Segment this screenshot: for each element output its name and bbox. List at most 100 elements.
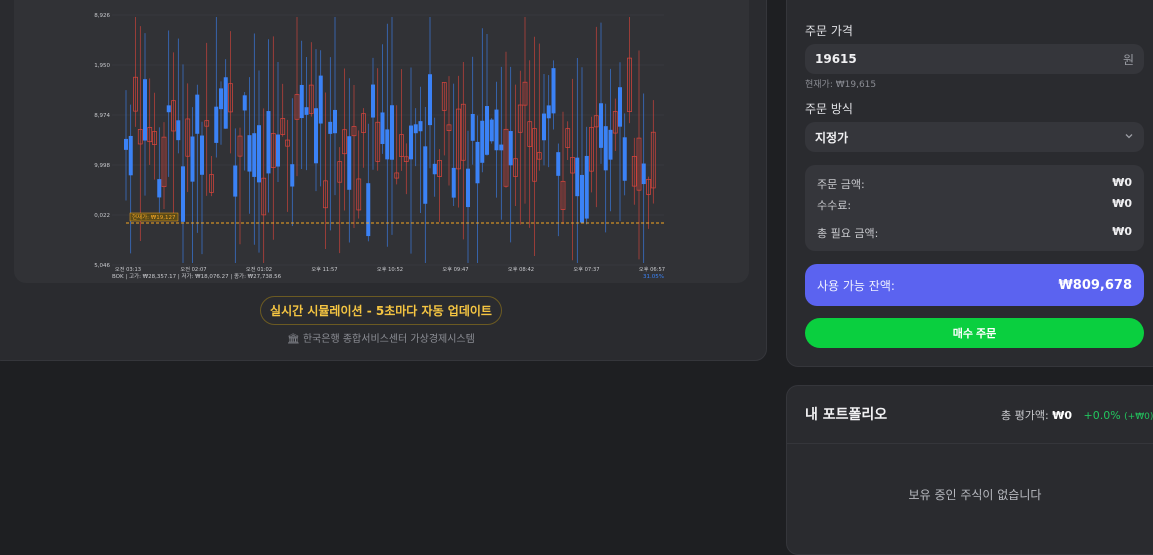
- candle-body: [423, 146, 428, 204]
- candle-body: [266, 111, 271, 174]
- candle-body: [390, 105, 394, 160]
- x-tick-label: 오전 01:02: [246, 266, 272, 273]
- candle-body: [299, 84, 304, 119]
- candle-body: [333, 109, 337, 134]
- candle-body: [622, 137, 627, 181]
- candle-body: [466, 168, 470, 208]
- candle-body: [508, 131, 513, 166]
- x-tick-label: 오후 08:42: [508, 266, 534, 273]
- candle-body: [599, 103, 603, 148]
- y-tick-label: 8,974: [94, 113, 110, 119]
- order-price-value[interactable]: 19615: [815, 52, 857, 66]
- x-tick-label: 오전 02:07: [180, 266, 206, 273]
- candle-body: [489, 119, 494, 142]
- candle-body: [257, 125, 261, 183]
- candle-body: [480, 120, 485, 163]
- candle-body: [546, 105, 551, 119]
- x-tick-label: 오전 03:13: [115, 266, 141, 273]
- candlestick-chart: 8,926 1,950 8,974 9,998 0,022 5,046 현재가: ₩19,1…: [14, 0, 749, 283]
- order-price-unit: 원: [1122, 52, 1134, 67]
- candle-body: [219, 88, 223, 110]
- candle-body: [485, 106, 489, 155]
- summary-row-fee: 수수료: ₩0: [817, 197, 1132, 213]
- portfolio-total-value: ₩0: [1052, 409, 1072, 422]
- summary-label: 수수료:: [817, 199, 852, 212]
- candle-body: [580, 174, 584, 223]
- chart-footer-stats: BOK | 고가: ₩28,357.17 | 저가: ₩18,076.27 | …: [112, 272, 282, 280]
- order-method-value: 지정가: [815, 130, 849, 145]
- candle-body: [380, 112, 385, 144]
- candle-body: [428, 74, 432, 126]
- candle-body: [542, 113, 546, 141]
- candle-body: [223, 77, 228, 129]
- summary-row-total: 총 필요 금액: ₩0: [817, 225, 1132, 241]
- candle-body: [124, 138, 128, 150]
- candle-body: [371, 84, 375, 118]
- candle-body: [470, 113, 475, 141]
- candle-body: [328, 121, 333, 134]
- candle-body: [128, 135, 133, 176]
- candle-body: [409, 125, 413, 160]
- bank-note-text: 한국은행 종합서비스센터 가상경제시스템: [302, 334, 475, 345]
- summary-label: 주문 금액:: [817, 178, 865, 191]
- candle-body: [347, 136, 352, 190]
- portfolio-total-label: 총 평가액:: [1001, 409, 1049, 422]
- candle-body: [618, 87, 622, 127]
- candle-body: [176, 120, 181, 141]
- candle-body: [451, 167, 456, 198]
- candle-body: [314, 108, 318, 164]
- chart-footer-pct: 31.05%: [643, 274, 664, 280]
- available-balance: 사용 가능 잔액: ₩809,678: [805, 264, 1144, 306]
- candle-body: [641, 163, 646, 185]
- candle-body: [418, 121, 423, 132]
- order-method-label: 주문 방식: [805, 102, 853, 116]
- candle-body: [475, 141, 480, 184]
- summary-row-amount: 주문 금액: ₩0: [817, 176, 1132, 192]
- candle-body: [385, 129, 390, 160]
- buy-order-button[interactable]: 매수 주문: [805, 318, 1144, 348]
- candle-body: [366, 183, 371, 237]
- chevron-down-icon: [1124, 130, 1134, 144]
- portfolio-change-pct: +0.0%: [1083, 409, 1121, 422]
- order-price-input[interactable]: 19615 원: [805, 44, 1144, 74]
- candle-body: [603, 126, 608, 171]
- summary-value: ₩0: [1112, 225, 1132, 238]
- candle-body: [200, 135, 204, 175]
- candle-body: [413, 124, 418, 134]
- portfolio-change-abs: (+₩0): [1124, 412, 1153, 422]
- candle-body: [166, 105, 171, 113]
- summary-label: 총 필요 금액:: [817, 227, 879, 240]
- candle-body: [494, 109, 499, 151]
- simulation-status-badge: 실시간 시뮬레이션 - 5초마다 자동 업데이트: [260, 296, 502, 325]
- candle-body: [499, 144, 504, 151]
- candle-body: [247, 135, 252, 172]
- y-tick-label: 8,926: [94, 13, 110, 19]
- y-tick-label: 9,998: [94, 163, 110, 169]
- candle-body: [276, 134, 280, 167]
- order-method-select[interactable]: 지정가: [805, 122, 1144, 152]
- portfolio-total: 총 평가액: ₩0 +0.0% (+₩0): [1001, 407, 1153, 423]
- x-tick-label: 오후 07:37: [573, 266, 599, 273]
- candle-body: [551, 68, 556, 114]
- candle-body: [190, 136, 195, 182]
- summary-value: ₩0: [1112, 197, 1132, 210]
- candle-body: [143, 79, 147, 141]
- order-price-label: 주문 가격: [805, 24, 853, 38]
- candle-body: [556, 152, 561, 176]
- candle-body: [195, 94, 200, 134]
- portfolio-divider: [787, 443, 1153, 444]
- x-tick-label: 오후 09:47: [442, 266, 468, 273]
- x-tick-label: 오후 06:57: [639, 266, 665, 273]
- y-tick-label: 0,022: [94, 213, 110, 219]
- candle-body: [575, 157, 580, 197]
- candle-body: [242, 95, 247, 111]
- order-summary: 주문 금액: ₩0 수수료: ₩0 총 필요 금액: ₩0: [805, 165, 1144, 251]
- current-price-tag: 현재가: ₩19,127: [132, 213, 176, 221]
- y-tick-label: 1,950: [94, 63, 110, 69]
- chart-svg: 8,926 1,950 8,974 9,998 0,022 5,046 현재가: ₩19,1…: [94, 13, 665, 280]
- candle-body: [304, 107, 309, 115]
- candle-body: [181, 166, 185, 222]
- balance-label: 사용 가능 잔액:: [817, 278, 895, 293]
- x-tick-label: 오후 11:57: [311, 266, 337, 273]
- candle-body: [318, 75, 323, 124]
